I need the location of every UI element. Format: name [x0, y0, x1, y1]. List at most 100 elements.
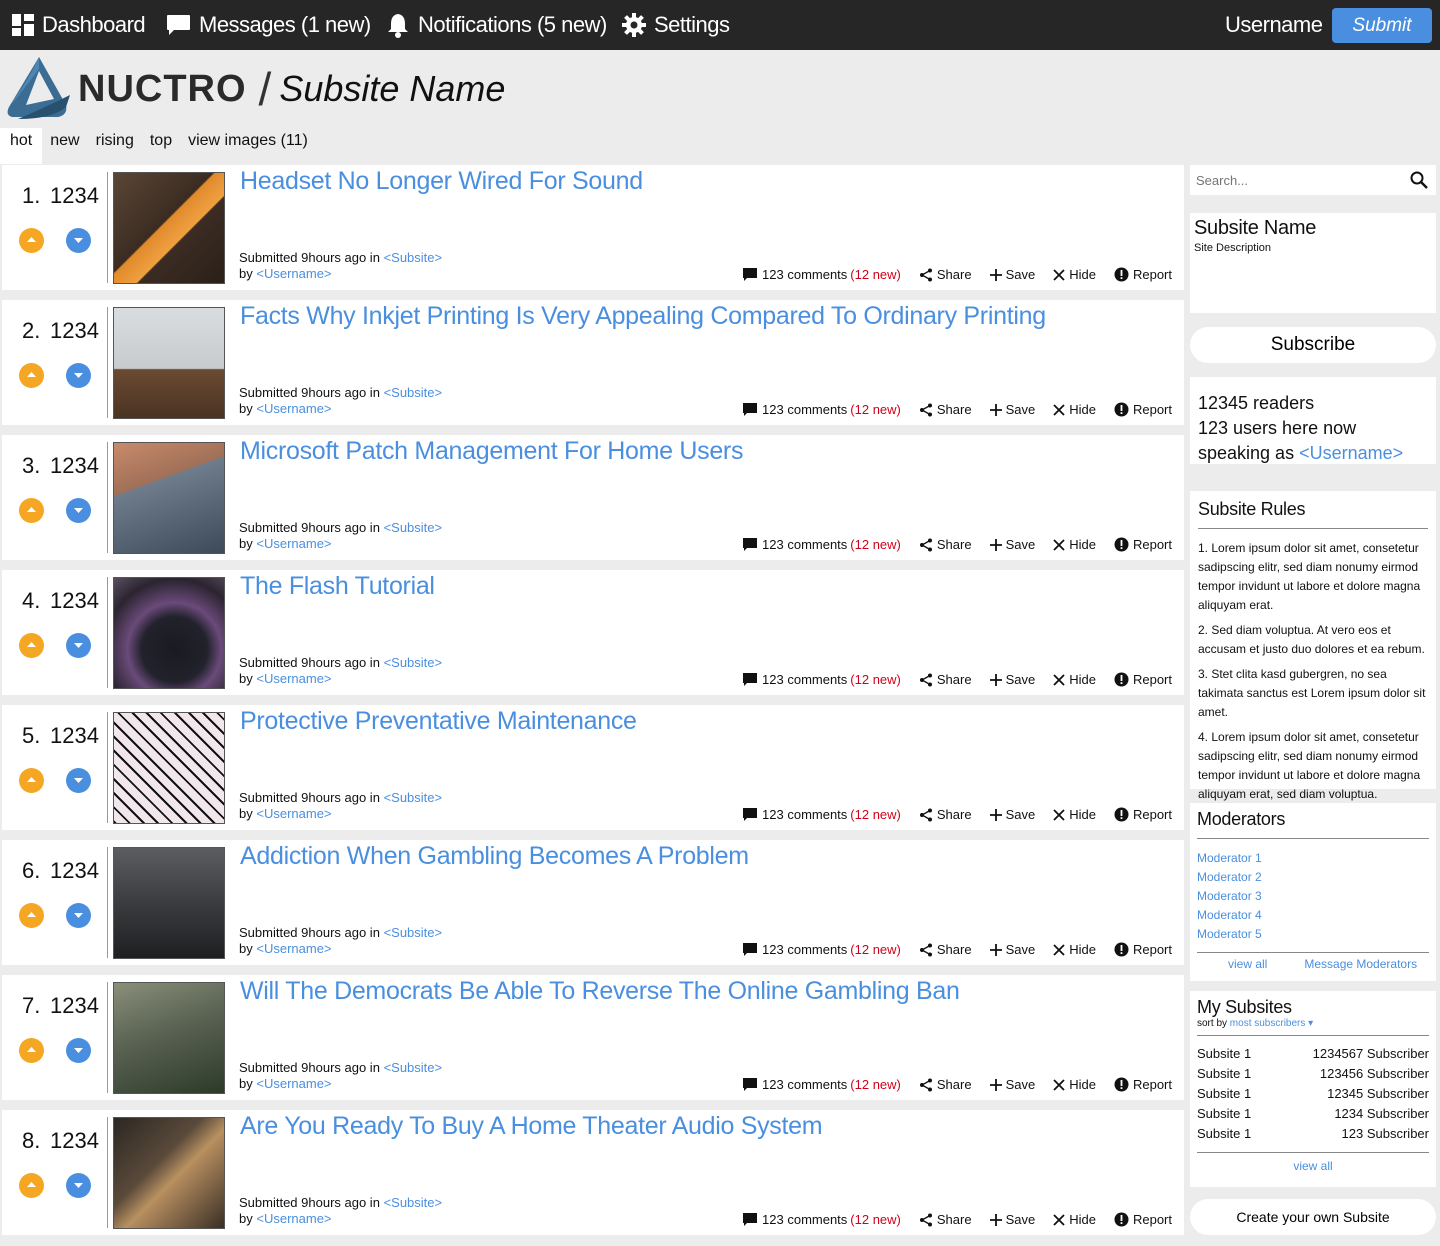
report-button[interactable]: Report — [1114, 942, 1172, 957]
nav-messages[interactable]: Messages (1 new) — [166, 0, 371, 50]
share-button[interactable]: Share — [919, 267, 972, 282]
hide-button[interactable]: Hide — [1053, 807, 1096, 822]
post-title-link[interactable]: Are You Ready To Buy A Home Theater Audi… — [240, 1112, 823, 1141]
post-thumbnail[interactable] — [113, 712, 225, 824]
post-subsite-link[interactable]: <Subsite> — [384, 655, 443, 670]
report-button[interactable]: Report — [1114, 402, 1172, 417]
submit-button[interactable]: Submit — [1332, 8, 1432, 43]
tab-view-images[interactable]: view images (11) — [180, 128, 316, 164]
search-icon[interactable] — [1410, 171, 1428, 189]
post-title-link[interactable]: Addiction When Gambling Becomes A Proble… — [240, 842, 749, 871]
save-button[interactable]: Save — [989, 672, 1035, 687]
post-thumbnail[interactable] — [113, 1117, 225, 1229]
upvote-button[interactable] — [19, 363, 44, 388]
post-thumbnail[interactable] — [113, 307, 225, 419]
subsite-link[interactable]: Subsite 1 — [1197, 1044, 1251, 1064]
save-button[interactable]: Save — [989, 402, 1035, 417]
post-author-link[interactable]: <Username> — [256, 806, 331, 821]
post-title-link[interactable]: Headset No Longer Wired For Sound — [240, 167, 643, 196]
comments-button[interactable]: 123 comments (12 new) — [742, 537, 901, 552]
downvote-button[interactable] — [66, 633, 91, 658]
post-subsite-link[interactable]: <Subsite> — [384, 250, 443, 265]
nav-notifications[interactable]: Notifications (5 new) — [386, 0, 607, 50]
post-author-link[interactable]: <Username> — [256, 671, 331, 686]
tab-rising[interactable]: rising — [88, 128, 142, 164]
post-title-link[interactable]: Facts Why Inkjet Printing Is Very Appeal… — [240, 302, 1046, 331]
tab-new[interactable]: new — [42, 128, 87, 164]
save-button[interactable]: Save — [989, 1212, 1035, 1227]
upvote-button[interactable] — [19, 1038, 44, 1063]
share-button[interactable]: Share — [919, 672, 972, 687]
comments-button[interactable]: 123 comments (12 new) — [742, 807, 901, 822]
upvote-button[interactable] — [19, 228, 44, 253]
comments-button[interactable]: 123 comments (12 new) — [742, 672, 901, 687]
speaking-as-user-link[interactable]: <Username> — [1299, 443, 1403, 463]
report-button[interactable]: Report — [1114, 267, 1172, 282]
upvote-button[interactable] — [19, 768, 44, 793]
downvote-button[interactable] — [66, 1038, 91, 1063]
post-author-link[interactable]: <Username> — [256, 941, 331, 956]
report-button[interactable]: Report — [1114, 672, 1172, 687]
downvote-button[interactable] — [66, 768, 91, 793]
hide-button[interactable]: Hide — [1053, 1077, 1096, 1092]
report-button[interactable]: Report — [1114, 1212, 1172, 1227]
comments-button[interactable]: 123 comments (12 new) — [742, 267, 901, 282]
post-thumbnail[interactable] — [113, 847, 225, 959]
share-button[interactable]: Share — [919, 807, 972, 822]
post-author-link[interactable]: <Username> — [256, 1076, 331, 1091]
upvote-button[interactable] — [19, 903, 44, 928]
create-subsite-button[interactable]: Create your own Subsite — [1190, 1199, 1436, 1235]
tab-hot[interactable]: hot — [0, 128, 43, 164]
report-button[interactable]: Report — [1114, 537, 1172, 552]
moderator-link[interactable]: Moderator 5 — [1197, 925, 1429, 944]
moderator-link[interactable]: Moderator 3 — [1197, 887, 1429, 906]
post-thumbnail[interactable] — [113, 577, 225, 689]
post-title-link[interactable]: The Flash Tutorial — [240, 572, 435, 601]
my-subsites-view-all-link[interactable]: view all — [1197, 1152, 1429, 1173]
comments-button[interactable]: 123 comments (12 new) — [742, 402, 901, 417]
downvote-button[interactable] — [66, 498, 91, 523]
nuctro-logo-icon[interactable] — [4, 55, 74, 123]
subsite-link[interactable]: Subsite 1 — [1197, 1084, 1251, 1104]
downvote-button[interactable] — [66, 903, 91, 928]
post-subsite-link[interactable]: <Subsite> — [384, 1195, 443, 1210]
subscribe-button[interactable]: Subscribe — [1190, 327, 1436, 363]
comments-button[interactable]: 123 comments (12 new) — [742, 1212, 901, 1227]
report-button[interactable]: Report — [1114, 1077, 1172, 1092]
post-author-link[interactable]: <Username> — [256, 536, 331, 551]
post-thumbnail[interactable] — [113, 982, 225, 1094]
report-button[interactable]: Report — [1114, 807, 1172, 822]
post-title-link[interactable]: Protective Preventative Maintenance — [240, 707, 637, 736]
post-thumbnail[interactable] — [113, 172, 225, 284]
save-button[interactable]: Save — [989, 1077, 1035, 1092]
search-input[interactable] — [1196, 169, 1396, 191]
hide-button[interactable]: Hide — [1053, 942, 1096, 957]
post-author-link[interactable]: <Username> — [256, 266, 331, 281]
upvote-button[interactable] — [19, 1173, 44, 1198]
moderators-view-all-link[interactable]: view all — [1228, 957, 1267, 971]
hide-button[interactable]: Hide — [1053, 672, 1096, 687]
post-title-link[interactable]: Microsoft Patch Management For Home User… — [240, 437, 743, 466]
nav-dashboard[interactable]: Dashboard — [12, 0, 146, 50]
save-button[interactable]: Save — [989, 537, 1035, 552]
moderator-link[interactable]: Moderator 1 — [1197, 849, 1429, 868]
post-author-link[interactable]: <Username> — [256, 1211, 331, 1226]
subsite-link[interactable]: Subsite 1 — [1197, 1104, 1251, 1124]
message-moderators-link[interactable]: Message Moderators — [1304, 957, 1417, 971]
share-button[interactable]: Share — [919, 1212, 972, 1227]
hide-button[interactable]: Hide — [1053, 267, 1096, 282]
tab-top[interactable]: top — [142, 128, 180, 164]
subsite-link[interactable]: Subsite 1 — [1197, 1064, 1251, 1084]
moderator-link[interactable]: Moderator 4 — [1197, 906, 1429, 925]
hide-button[interactable]: Hide — [1053, 402, 1096, 417]
post-author-link[interactable]: <Username> — [256, 401, 331, 416]
downvote-button[interactable] — [66, 1173, 91, 1198]
post-subsite-link[interactable]: <Subsite> — [384, 925, 443, 940]
share-button[interactable]: Share — [919, 1077, 972, 1092]
nav-username[interactable]: Username — [1225, 0, 1323, 50]
upvote-button[interactable] — [19, 498, 44, 523]
share-button[interactable]: Share — [919, 537, 972, 552]
comments-button[interactable]: 123 comments (12 new) — [742, 942, 901, 957]
moderator-link[interactable]: Moderator 2 — [1197, 868, 1429, 887]
hide-button[interactable]: Hide — [1053, 537, 1096, 552]
